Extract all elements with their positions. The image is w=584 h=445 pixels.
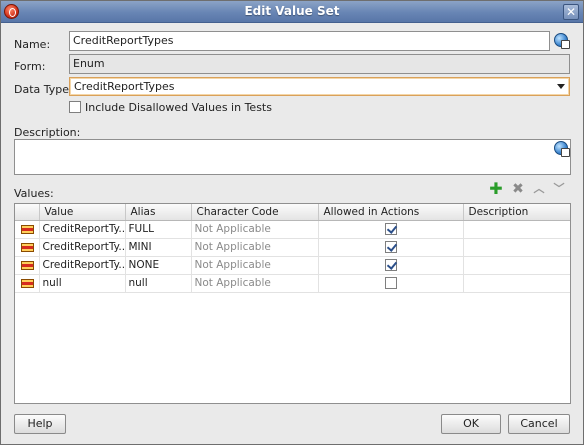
enum-value-icon [21, 224, 34, 234]
table-row[interactable]: null null Not Applicable [15, 274, 570, 293]
form-value: Enum [73, 57, 105, 70]
move-up-icon[interactable]: ︿ [532, 182, 546, 196]
enum-value-icon [21, 242, 34, 252]
form-label-text: Form: [14, 60, 46, 73]
name-field[interactable]: CreditReportTypes [69, 31, 550, 51]
description-label: Description: [14, 126, 81, 139]
allowed-checkbox[interactable] [384, 259, 397, 271]
enum-value-icon [21, 260, 34, 270]
description-cell[interactable] [463, 274, 570, 293]
value-cell[interactable]: CreditReportTy... [39, 220, 126, 239]
description-field[interactable] [14, 139, 571, 175]
datatype-label-text: Data Type: [14, 83, 73, 96]
row-icon-cell [15, 220, 40, 239]
alias-cell[interactable]: MINI [125, 238, 192, 257]
alias-cell[interactable]: NONE [125, 256, 192, 275]
value-cell[interactable]: CreditReportTy... [39, 256, 126, 275]
values-label: Values: [14, 187, 54, 200]
column-header-value[interactable]: Value [39, 204, 126, 221]
description-globe-translate-icon[interactable] [554, 141, 570, 157]
allowed-cell [318, 274, 464, 293]
include-disallowed-label: Include Disallowed Values in Tests [85, 101, 272, 114]
value-cell[interactable]: CreditReportTy... [39, 238, 126, 257]
name-label-text: Name: [14, 38, 51, 51]
allowed-cell [318, 238, 464, 257]
globe-translate-icon[interactable] [554, 33, 570, 49]
dialog-title: Edit Value Set [244, 4, 340, 18]
row-icon-cell [15, 256, 40, 275]
form-label: Form: [14, 60, 45, 73]
allowed-checkbox[interactable] [384, 223, 397, 235]
close-icon[interactable]: ✕ [563, 4, 579, 20]
column-header-alias[interactable]: Alias [125, 204, 192, 221]
values-table: Value Alias Character Code Allowed in Ac… [14, 203, 571, 404]
column-header-allowed-in-actions[interactable]: Allowed in Actions [318, 204, 464, 221]
allowed-checkbox[interactable] [384, 277, 397, 289]
edit-value-set-dialog: Edit Value Set ✕ Name: CreditReportTypes… [0, 0, 584, 445]
character-code-cell: Not Applicable [191, 274, 319, 293]
allowed-cell [318, 256, 464, 275]
datatype-select[interactable]: CreditReportTypes [69, 77, 570, 96]
character-code-cell: Not Applicable [191, 220, 319, 239]
ok-button[interactable]: OK [441, 414, 501, 434]
delete-icon[interactable]: ✖ [511, 182, 525, 196]
alias-cell[interactable]: null [125, 274, 192, 293]
value-cell[interactable]: null [39, 274, 126, 293]
row-icon-cell [15, 238, 40, 257]
table-row[interactable]: CreditReportTy... MINI Not Applicable [15, 238, 570, 257]
table-header-row: Value Alias Character Code Allowed in Ac… [15, 204, 570, 221]
description-cell[interactable] [463, 220, 570, 239]
table-row[interactable]: CreditReportTy... FULL Not Applicable [15, 220, 570, 239]
name-value: CreditReportTypes [73, 34, 174, 47]
table-row[interactable]: CreditReportTy... NONE Not Applicable [15, 256, 570, 275]
include-disallowed-checkbox[interactable] [69, 101, 81, 113]
add-icon[interactable]: ✚ [489, 181, 503, 197]
chevron-down-icon [557, 84, 565, 89]
title-bar[interactable]: Edit Value Set ✕ [1, 1, 583, 23]
cancel-button[interactable]: Cancel [508, 414, 570, 434]
datatype-label: Data Type: [14, 83, 73, 96]
character-code-cell: Not Applicable [191, 238, 319, 257]
name-label: Name: [14, 38, 50, 51]
column-header-description[interactable]: Description [463, 204, 570, 221]
move-down-icon[interactable]: ﹀ [552, 182, 566, 196]
datatype-value: CreditReportTypes [74, 80, 175, 93]
help-button[interactable]: Help [14, 414, 66, 434]
enum-value-icon [21, 278, 34, 288]
description-cell[interactable] [463, 256, 570, 275]
character-code-cell: Not Applicable [191, 256, 319, 275]
allowed-cell [318, 220, 464, 239]
form-field: Enum [69, 54, 570, 74]
description-cell[interactable] [463, 238, 570, 257]
allowed-checkbox[interactable] [384, 241, 397, 253]
row-icon-cell [15, 274, 40, 293]
column-header-character-code[interactable]: Character Code [191, 204, 319, 221]
column-header-icon [15, 204, 40, 221]
alias-cell[interactable]: FULL [125, 220, 192, 239]
